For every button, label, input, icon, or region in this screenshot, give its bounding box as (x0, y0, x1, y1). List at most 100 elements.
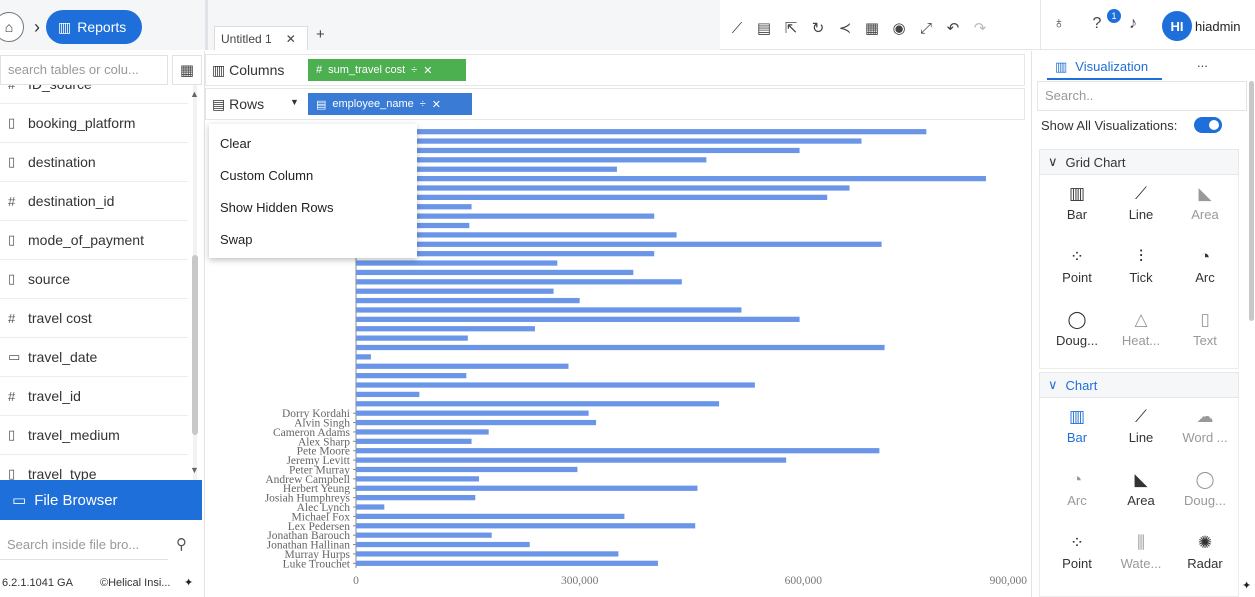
menu-item-clear[interactable]: Clear (220, 136, 251, 151)
fullscreen-icon[interactable]: ⤢ (916, 17, 936, 39)
bell-icon[interactable]: ♪ (1121, 12, 1145, 36)
viz-tick-chart[interactable]: ⫶ Tick (1112, 244, 1170, 294)
bar[interactable] (356, 194, 828, 200)
home-icon[interactable]: ⌂ (0, 12, 24, 42)
refresh-icon[interactable]: ↻ (808, 17, 828, 39)
bar[interactable] (356, 147, 800, 154)
bar[interactable] (356, 382, 755, 388)
undo-icon[interactable]: ↶ (943, 17, 963, 39)
bar[interactable] (356, 260, 558, 266)
bar[interactable] (356, 504, 385, 510)
viz-area-chart[interactable]: ◣ Area (1112, 467, 1170, 517)
export-icon[interactable]: ⇱ (781, 17, 801, 39)
bar[interactable] (356, 466, 578, 473)
viz-text-chart[interactable]: ▯ Text (1176, 307, 1234, 357)
file-search-input[interactable]: Search inside file bro... (0, 530, 168, 560)
field-item[interactable]: ▯ source (0, 260, 188, 299)
field-item[interactable]: # ID_source (0, 85, 188, 104)
scroll-down-icon[interactable]: ▼ (190, 465, 199, 475)
grid-chart-section-header[interactable]: ∨ Grid Chart (1039, 149, 1239, 175)
bar[interactable] (356, 523, 696, 529)
viz-panel-scrollbar[interactable] (1249, 81, 1254, 321)
bar[interactable] (356, 429, 489, 435)
bar[interactable] (356, 129, 927, 135)
menu-item-custom-column[interactable]: Custom Column (220, 168, 313, 183)
more-options[interactable]: ... (1197, 55, 1208, 70)
bar[interactable] (356, 419, 597, 426)
search-icon[interactable]: ⚲ (176, 535, 187, 553)
viz-point-chart[interactable]: ⁘ Point (1048, 244, 1106, 294)
bar[interactable] (356, 476, 480, 482)
viz-heatmap[interactable]: △ Heat... (1112, 307, 1170, 357)
viz-doughnut-chart[interactable]: ◯ Doug... (1176, 467, 1234, 517)
show-all-toggle[interactable] (1194, 117, 1222, 133)
field-item[interactable]: ▯ travel_medium (0, 416, 188, 455)
row-pill-employee-name[interactable]: ▤ employee_name ÷ ✕ (308, 93, 472, 115)
bar[interactable] (356, 513, 625, 520)
viz-bar-chart[interactable]: ▥ Bar (1048, 181, 1106, 231)
reports-button[interactable]: ▥ Reports (46, 10, 142, 44)
remove-icon[interactable]: ✕ (423, 64, 432, 77)
menu-item-swap[interactable]: Swap (220, 232, 253, 247)
viz-line-chart[interactable]: ⟋ Line (1112, 181, 1170, 231)
field-list-scrollbar[interactable]: ▲ ▼ (189, 85, 201, 480)
field-item[interactable]: ▯ travel_type (0, 455, 188, 480)
bar[interactable] (356, 391, 420, 398)
lightbulb-icon[interactable]: ♁ (1047, 12, 1071, 36)
bar[interactable] (356, 438, 472, 444)
username-menu[interactable]: hiadmin (1195, 19, 1241, 34)
close-icon[interactable]: ✕ (286, 32, 296, 46)
bar[interactable] (356, 457, 787, 463)
pin-icon[interactable]: ✦ (1242, 579, 1251, 592)
sort-icon[interactable]: ÷ (420, 98, 426, 110)
pin-icon[interactable]: ✦ (184, 576, 193, 589)
file-browser-button[interactable]: ▭ File Browser (0, 480, 202, 520)
rows-menu-caret[interactable]: ▼ (290, 97, 299, 107)
viz-arc-chart[interactable]: ◔ Arc (1176, 244, 1234, 294)
viz-line-chart[interactable]: ⟋ Line (1112, 404, 1170, 454)
viz-bar-chart[interactable]: ▥ Bar (1048, 404, 1106, 454)
field-item[interactable]: # travel_id (0, 377, 188, 416)
bar[interactable] (356, 551, 619, 557)
viz-waterfall-chart[interactable]: ⫼ Wate... (1112, 530, 1170, 580)
menu-item-show-hidden-rows[interactable]: Show Hidden Rows (220, 200, 333, 215)
avatar[interactable]: HI (1162, 11, 1192, 41)
bar[interactable] (356, 307, 742, 313)
field-item[interactable]: ▭ travel_date (0, 338, 188, 377)
bar[interactable] (356, 326, 535, 332)
columns-shelf[interactable]: ▥ Columns # sum_travel cost ÷ ✕ (205, 54, 1025, 86)
column-pill-sum-travel-cost[interactable]: # sum_travel cost ÷ ✕ (308, 59, 466, 81)
viz-point-chart[interactable]: ⁘ Point (1048, 530, 1106, 580)
remove-icon[interactable]: ✕ (432, 98, 441, 111)
bar[interactable] (356, 495, 476, 501)
share-icon[interactable]: ≺ (835, 17, 855, 39)
layout-icon[interactable]: ▦ (862, 17, 882, 39)
bar[interactable] (356, 269, 634, 276)
field-item[interactable]: ▯ booking_platform (0, 104, 188, 143)
viz-doughnut-chart[interactable]: ◯ Doug... (1048, 307, 1106, 357)
bar[interactable] (356, 532, 492, 538)
sort-icon[interactable]: ÷ (411, 64, 417, 76)
bar[interactable] (356, 373, 467, 379)
rows-shelf[interactable]: ▤ Rows ▼ ▤ employee_name ÷ ✕ (205, 88, 1025, 120)
viz-search-input[interactable]: Search.. (1037, 81, 1247, 111)
bar[interactable] (356, 354, 371, 360)
bar[interactable] (356, 363, 569, 369)
bar[interactable] (356, 297, 580, 304)
viz-arc-chart[interactable]: ◔ Arc (1048, 467, 1106, 517)
bar[interactable] (356, 279, 682, 285)
help-icon[interactable]: ? (1085, 12, 1109, 36)
bar[interactable] (356, 335, 468, 341)
field-item[interactable]: # destination_id (0, 182, 188, 221)
preview-icon[interactable]: ◉ (889, 17, 909, 39)
bar[interactable] (356, 288, 554, 294)
bar[interactable] (356, 344, 885, 351)
scroll-up-icon[interactable]: ▲ (190, 89, 199, 99)
bar[interactable] (356, 410, 589, 416)
chart-section-header[interactable]: ∨ Chart (1039, 372, 1239, 398)
bar[interactable] (356, 401, 720, 407)
redo-icon[interactable]: ↷ (970, 17, 990, 39)
line-chart-icon[interactable]: ⟋ (727, 17, 747, 39)
bar[interactable] (356, 175, 986, 182)
tab-visualization[interactable]: ▥ Visualization (1055, 59, 1148, 75)
